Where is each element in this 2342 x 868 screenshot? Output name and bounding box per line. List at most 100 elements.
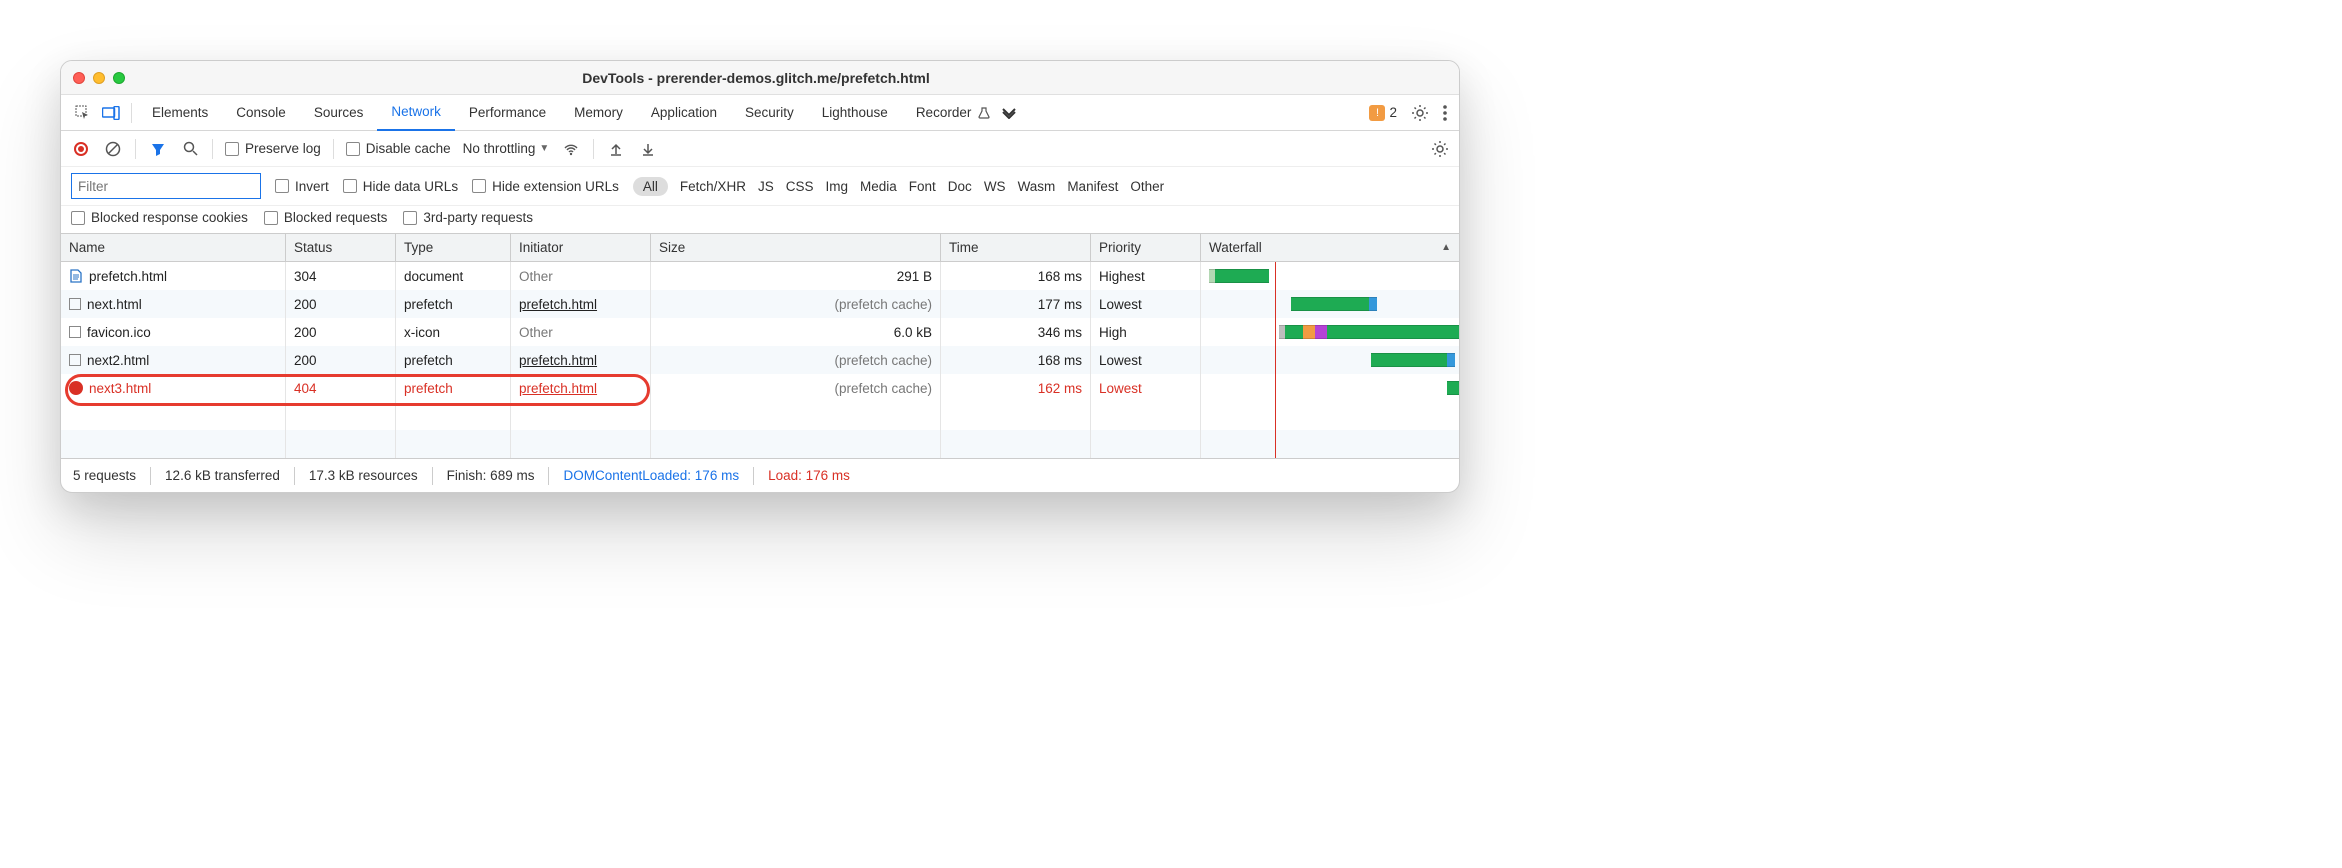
blocked-cookies-checkbox[interactable]: Blocked response cookies <box>71 210 248 225</box>
cell-time: 168 ms <box>941 262 1091 290</box>
table-row[interactable]: next.html200prefetchprefetch.html(prefet… <box>61 290 1459 318</box>
kebab-menu-icon[interactable] <box>1443 105 1447 121</box>
preserve-log-checkbox[interactable]: Preserve log <box>225 141 321 156</box>
type-filter-img[interactable]: Img <box>825 179 848 194</box>
cell-priority: Lowest <box>1091 290 1201 318</box>
cell-status: 304 <box>286 262 396 290</box>
tab-application[interactable]: Application <box>637 95 731 131</box>
invert-checkbox[interactable]: Invert <box>275 179 329 194</box>
checkbox-icon <box>346 142 360 156</box>
blocked-requests-checkbox[interactable]: Blocked requests <box>264 210 388 225</box>
minimize-window-button[interactable] <box>93 72 105 84</box>
col-status[interactable]: Status <box>286 234 396 261</box>
tab-security[interactable]: Security <box>731 95 808 131</box>
tab-sources[interactable]: Sources <box>300 95 378 131</box>
type-filter-doc[interactable]: Doc <box>948 179 972 194</box>
tab-memory[interactable]: Memory <box>560 95 637 131</box>
cell-size: (prefetch cache) <box>651 290 941 318</box>
type-filter-fetchxhr[interactable]: Fetch/XHR <box>680 179 746 194</box>
col-type[interactable]: Type <box>396 234 511 261</box>
cell-size: 291 B <box>651 262 941 290</box>
col-time[interactable]: Time <box>941 234 1091 261</box>
tab-lighthouse[interactable]: Lighthouse <box>808 95 902 131</box>
type-filter-css[interactable]: CSS <box>786 179 814 194</box>
cell-initiator[interactable]: prefetch.html <box>511 374 651 402</box>
device-mode-icon[interactable] <box>97 106 125 120</box>
filter-input[interactable] <box>71 173 261 199</box>
col-waterfall[interactable]: Waterfall▲ <box>1201 234 1459 261</box>
disable-cache-checkbox[interactable]: Disable cache <box>346 141 451 156</box>
resource-icon <box>69 354 81 366</box>
filter-toggle-icon[interactable] <box>148 139 168 159</box>
cell-time: 346 ms <box>941 318 1091 346</box>
third-party-checkbox[interactable]: 3rd-party requests <box>403 210 533 225</box>
import-har-icon[interactable] <box>606 139 626 159</box>
type-filter-font[interactable]: Font <box>909 179 936 194</box>
table-row[interactable]: prefetch.html304documentOther291 B168 ms… <box>61 262 1459 290</box>
settings-gear-icon[interactable] <box>1411 104 1429 122</box>
tab-network[interactable]: Network <box>377 95 455 131</box>
throttling-value: No throttling <box>463 141 536 156</box>
type-filter-other[interactable]: Other <box>1130 179 1164 194</box>
traffic-lights <box>73 72 125 84</box>
type-filter-ws[interactable]: WS <box>984 179 1006 194</box>
export-har-icon[interactable] <box>638 139 658 159</box>
disable-cache-label: Disable cache <box>366 141 451 156</box>
cell-type: prefetch <box>396 346 511 374</box>
col-initiator[interactable]: Initiator <box>511 234 651 261</box>
cell-time: 177 ms <box>941 290 1091 318</box>
table-row[interactable]: ✕next3.html404prefetchprefetch.html(pref… <box>61 374 1459 402</box>
throttling-select[interactable]: No throttling ▼ <box>463 141 550 156</box>
resource-icon <box>69 298 81 310</box>
cell-size: (prefetch cache) <box>651 374 941 402</box>
cell-status: 200 <box>286 290 396 318</box>
col-priority[interactable]: Priority <box>1091 234 1201 261</box>
status-bar: 5 requests 12.6 kB transferred 17.3 kB r… <box>61 458 1459 492</box>
warnings-indicator[interactable]: ! 2 <box>1369 105 1397 121</box>
tab-console[interactable]: Console <box>222 95 300 131</box>
cell-size: 6.0 kB <box>651 318 941 346</box>
status-finish: Finish: 689 ms <box>447 468 535 483</box>
cell-status: 200 <box>286 346 396 374</box>
table-row[interactable]: next2.html200prefetchprefetch.html(prefe… <box>61 346 1459 374</box>
col-name[interactable]: Name <box>61 234 286 261</box>
window-title: DevTools - prerender-demos.glitch.me/pre… <box>125 70 1447 86</box>
table-row[interactable]: favicon.ico200x-iconOther6.0 kB346 msHig… <box>61 318 1459 346</box>
more-tabs-button[interactable] <box>991 95 1027 131</box>
tab-elements[interactable]: Elements <box>138 95 222 131</box>
cell-initiator[interactable]: prefetch.html <box>511 290 651 318</box>
type-filter-media[interactable]: Media <box>860 179 897 194</box>
network-table: Name Status Type Initiator Size Time Pri… <box>61 234 1459 458</box>
cell-waterfall <box>1201 290 1459 318</box>
search-icon[interactable] <box>180 139 200 159</box>
maximize-window-button[interactable] <box>113 72 125 84</box>
tab-performance[interactable]: Performance <box>455 95 560 131</box>
cell-priority: High <box>1091 318 1201 346</box>
clear-button[interactable] <box>103 139 123 159</box>
type-filter-wasm[interactable]: Wasm <box>1018 179 1056 194</box>
table-row-empty <box>61 402 1459 430</box>
tab-recorder[interactable]: Recorder <box>902 95 986 131</box>
record-button[interactable] <box>71 139 91 159</box>
status-resources: 17.3 kB resources <box>309 468 418 483</box>
request-name: prefetch.html <box>89 269 167 284</box>
type-filter-all[interactable]: All <box>633 177 668 196</box>
col-size[interactable]: Size <box>651 234 941 261</box>
cell-time: 168 ms <box>941 346 1091 374</box>
warning-count: 2 <box>1389 105 1397 120</box>
status-load: Load: 176 ms <box>768 468 850 483</box>
hide-data-urls-checkbox[interactable]: Hide data URLs <box>343 179 458 194</box>
separator <box>131 103 132 123</box>
request-name: next.html <box>87 297 142 312</box>
cell-initiator[interactable]: prefetch.html <box>511 346 651 374</box>
network-settings-icon[interactable] <box>1431 140 1449 158</box>
close-window-button[interactable] <box>73 72 85 84</box>
type-filter-manifest[interactable]: Manifest <box>1067 179 1118 194</box>
network-conditions-icon[interactable] <box>561 139 581 159</box>
hide-extension-urls-checkbox[interactable]: Hide extension URLs <box>472 179 619 194</box>
table-header-row: Name Status Type Initiator Size Time Pri… <box>61 234 1459 262</box>
status-requests: 5 requests <box>73 468 136 483</box>
type-filter-js[interactable]: JS <box>758 179 774 194</box>
inspect-icon[interactable] <box>69 105 97 121</box>
cell-waterfall <box>1201 374 1459 402</box>
